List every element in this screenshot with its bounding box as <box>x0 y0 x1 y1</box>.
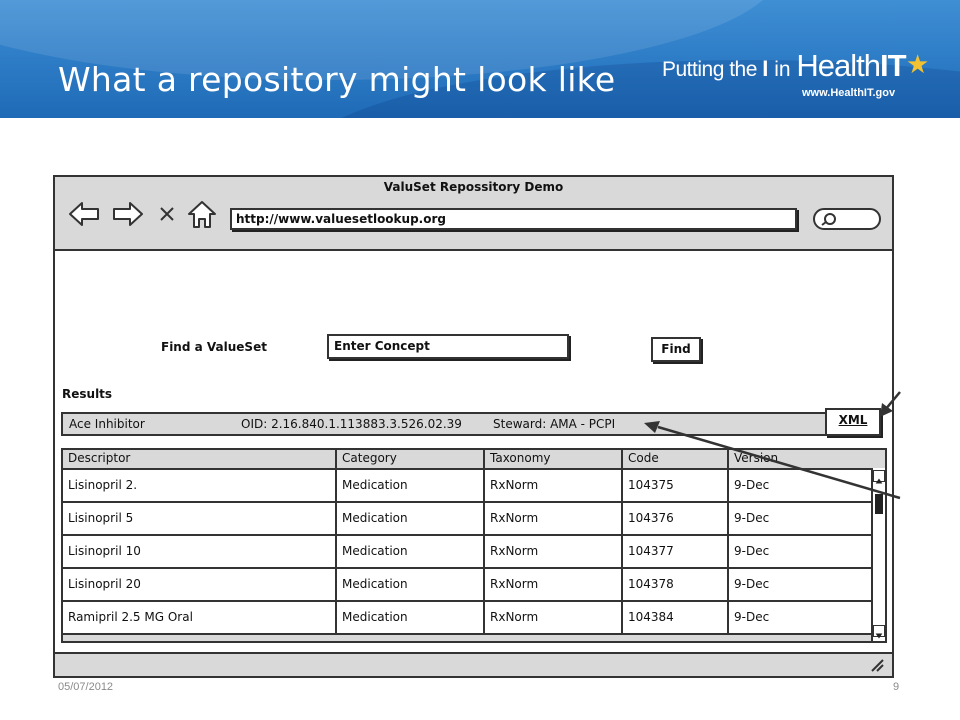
table-row[interactable]: Lisinopril 5 Medication RxNorm 104376 9-… <box>63 503 871 536</box>
column-header-version[interactable]: Version <box>729 450 871 468</box>
column-header-taxonomy[interactable]: Taxonomy <box>485 450 623 468</box>
page-number: 9 <box>893 681 900 693</box>
code-cell: 104376 <box>623 503 729 536</box>
version-cell: 9-Dec <box>729 536 871 569</box>
column-header-code[interactable]: Code <box>623 450 729 468</box>
version-cell: 9-Dec <box>729 602 871 635</box>
version-cell: 9-Dec <box>729 470 871 503</box>
category-cell: Medication <box>337 569 485 602</box>
taxonomy-cell: RxNorm <box>485 569 623 602</box>
category-cell: Medication <box>337 503 485 536</box>
home-icon[interactable] <box>185 199 219 229</box>
taxonomy-cell: RxNorm <box>485 536 623 569</box>
table-header-row: Descriptor Category Taxonomy Code Versio… <box>63 450 871 470</box>
back-arrow-icon[interactable] <box>67 199 101 229</box>
code-cell: 104375 <box>623 470 729 503</box>
find-valueset-label: Find a ValueSet <box>161 340 267 354</box>
footer-date: 05/07/2012 <box>58 681 114 693</box>
slide-title: What a repository might look like <box>58 60 616 99</box>
taxonomy-cell: RxNorm <box>485 470 623 503</box>
results-heading: Results <box>62 387 113 401</box>
star-icon: ★ <box>906 50 930 80</box>
descriptor-cell: Lisinopril 20 <box>63 569 337 602</box>
slide-header-banner: What a repository might look like Puttin… <box>0 0 960 118</box>
browser-titlebar: ValuSet Repossitory Demo http://www.valu… <box>55 177 892 251</box>
taxonomy-cell: RxNorm <box>485 602 623 635</box>
descriptor-cell: Lisinopril 5 <box>63 503 337 536</box>
column-header-descriptor[interactable]: Descriptor <box>63 450 337 468</box>
browser-search-field[interactable] <box>813 208 881 230</box>
logo-url: www.HealthIT.gov <box>802 87 896 99</box>
find-button[interactable]: Find <box>651 337 701 362</box>
mockup-browser-window: ValuSet Repossitory Demo http://www.valu… <box>53 175 894 678</box>
table-row[interactable]: Lisinopril 2. Medication RxNorm 104375 9… <box>63 470 871 503</box>
category-cell: Medication <box>337 470 485 503</box>
close-x-icon[interactable] <box>155 199 181 229</box>
table-row[interactable]: Lisinopril 20 Medication RxNorm 104378 9… <box>63 569 871 602</box>
concept-input[interactable]: Enter Concept <box>327 334 569 359</box>
logo-text: IT <box>880 48 907 83</box>
logo-text: in <box>768 58 797 81</box>
healthit-logo: Putting the I in HealthIT ★ www.HealthIT… <box>662 48 942 108</box>
resize-grip-icon[interactable] <box>870 658 884 672</box>
table-row[interactable]: Lisinopril 10 Medication RxNorm 104377 9… <box>63 536 871 569</box>
logo-text: Putting the <box>662 58 763 81</box>
valueset-name: Ace Inhibitor <box>69 417 145 431</box>
code-cell: 104378 <box>623 569 729 602</box>
code-cell: 104377 <box>623 536 729 569</box>
version-cell: 9-Dec <box>729 569 871 602</box>
xml-button[interactable]: XML <box>825 408 881 436</box>
search-icon <box>821 213 836 226</box>
scroll-down-icon[interactable] <box>873 625 885 639</box>
table-row[interactable]: Ramipril 2.5 MG Oral Medication RxNorm 1… <box>63 602 871 635</box>
logo-text: Health <box>796 48 881 83</box>
code-cell: 104384 <box>623 602 729 635</box>
category-cell: Medication <box>337 602 485 635</box>
forward-arrow-icon[interactable] <box>111 199 145 229</box>
category-cell: Medication <box>337 536 485 569</box>
descriptor-cell: Lisinopril 10 <box>63 536 337 569</box>
descriptor-cell: Ramipril 2.5 MG Oral <box>63 602 337 635</box>
address-bar[interactable]: http://www.valuesetlookup.org <box>230 208 797 230</box>
valueset-summary-bar: Ace Inhibitor OID: 2.16.840.1.113883.3.5… <box>61 412 883 436</box>
version-cell: 9-Dec <box>729 503 871 536</box>
scroll-thumb[interactable] <box>875 494 883 514</box>
taxonomy-cell: RxNorm <box>485 503 623 536</box>
table-scrollbar[interactable] <box>871 468 885 641</box>
valueset-steward: Steward: AMA - PCPI <box>493 417 616 431</box>
column-header-category[interactable]: Category <box>337 450 485 468</box>
valueset-oid: OID: 2.16.840.1.113883.3.526.02.39 <box>241 417 462 431</box>
browser-statusbar <box>55 652 892 676</box>
window-title: ValuSet Repossitory Demo <box>383 180 564 194</box>
scroll-up-icon[interactable] <box>873 470 885 484</box>
results-table: Descriptor Category Taxonomy Code Versio… <box>61 448 887 643</box>
descriptor-cell: Lisinopril 2. <box>63 470 337 503</box>
